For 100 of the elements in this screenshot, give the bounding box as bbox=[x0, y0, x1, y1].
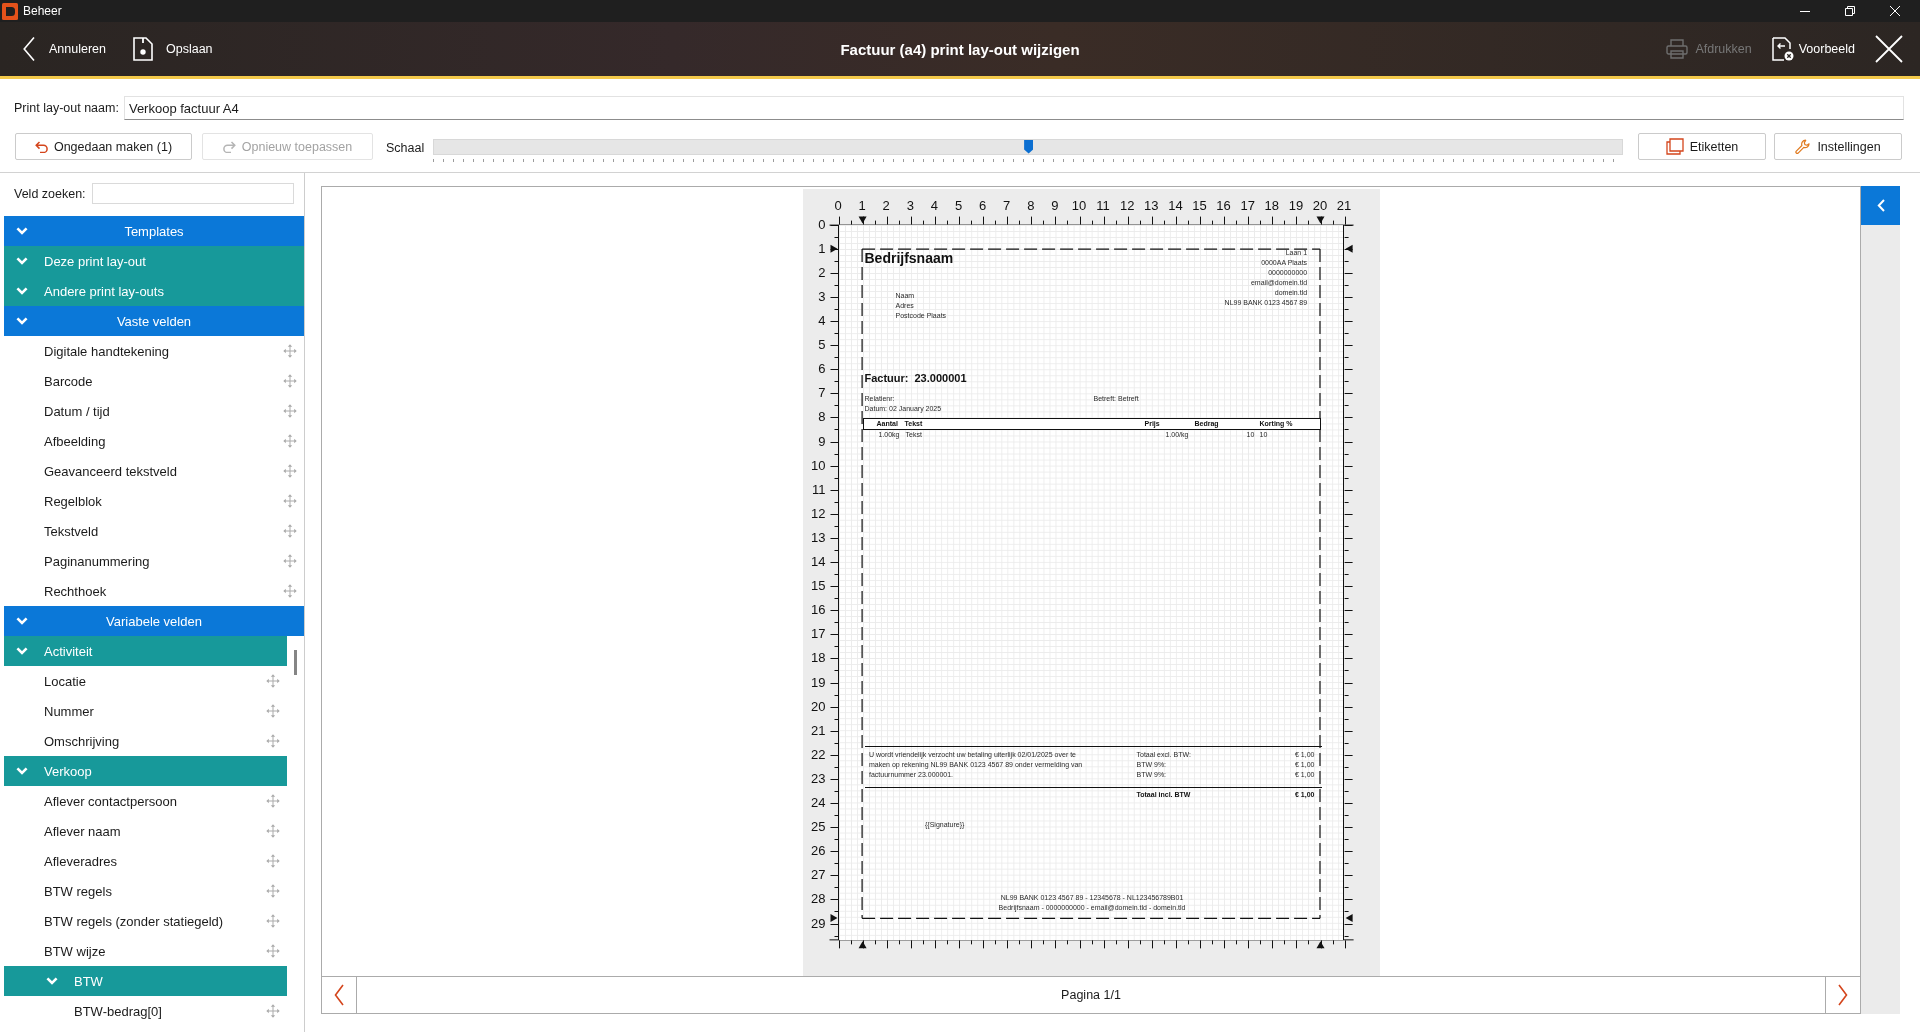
ruler-label: 16 bbox=[810, 602, 826, 619]
field-item[interactable]: Paginanummering bbox=[44, 553, 150, 569]
move-icon[interactable] bbox=[283, 344, 297, 358]
field-item[interactable]: BTW regels (zonder statiegeld) bbox=[44, 913, 224, 929]
section-header[interactable]: Templates bbox=[4, 216, 304, 246]
ruler-label: 8 bbox=[817, 409, 826, 426]
section-header[interactable]: Vaste velden bbox=[4, 306, 304, 336]
ruler-label: 17 bbox=[810, 626, 826, 643]
chevron-right-icon bbox=[1838, 984, 1848, 1006]
field-item[interactable]: Omschrijving bbox=[44, 733, 120, 749]
restore-icon[interactable] bbox=[1844, 6, 1855, 16]
move-icon[interactable] bbox=[266, 674, 280, 688]
ruler-label: 19 bbox=[1287, 198, 1305, 214]
field-item[interactable]: Afbeelding bbox=[44, 433, 106, 449]
ruler-label: 15 bbox=[810, 578, 826, 595]
scrollbar-thumb[interactable] bbox=[294, 650, 297, 675]
move-icon[interactable] bbox=[283, 404, 297, 418]
move-icon[interactable] bbox=[266, 704, 280, 718]
move-icon[interactable] bbox=[266, 824, 280, 838]
search-field[interactable] bbox=[91, 183, 294, 204]
document-arrow-icon bbox=[1771, 37, 1794, 61]
move-icon[interactable] bbox=[283, 554, 297, 568]
labels-button[interactable]: Etiketten bbox=[1638, 133, 1766, 160]
triangle-marker-icon bbox=[858, 216, 867, 224]
slider-thumb[interactable] bbox=[1024, 139, 1034, 154]
ruler-label: 9 bbox=[1050, 198, 1060, 214]
layout-name-field[interactable]: Verkoop factuur A4 bbox=[123, 96, 1904, 120]
ruler-label: 3 bbox=[905, 198, 915, 214]
move-icon[interactable] bbox=[266, 884, 280, 898]
preview-button[interactable]: Voorbeeld bbox=[1771, 37, 1855, 61]
ruler-label: 6 bbox=[977, 198, 988, 214]
ruler-label: 0 bbox=[833, 198, 843, 214]
field-item[interactable]: BTW wijze bbox=[44, 943, 106, 959]
move-icon[interactable] bbox=[266, 914, 280, 928]
ruler-label: 17 bbox=[1239, 198, 1256, 214]
move-icon[interactable] bbox=[283, 434, 297, 448]
chevron-left-icon bbox=[23, 37, 35, 61]
close-icon[interactable] bbox=[1875, 35, 1903, 63]
undo-icon bbox=[34, 140, 48, 153]
scale-label: Schaal bbox=[386, 141, 425, 155]
ruler-label: 29 bbox=[810, 915, 826, 932]
ruler-label: 13 bbox=[1143, 198, 1160, 214]
move-icon[interactable] bbox=[266, 944, 280, 958]
move-icon[interactable] bbox=[266, 1004, 280, 1018]
close-icon[interactable] bbox=[1889, 6, 1900, 16]
ruler-label: 10 bbox=[810, 457, 826, 474]
field-item[interactable]: Afleveradres bbox=[44, 853, 117, 869]
ruler-label: 16 bbox=[1215, 198, 1232, 214]
field-item[interactable]: BTW regels bbox=[44, 883, 112, 899]
chevron-left-icon bbox=[1876, 199, 1885, 212]
invoice-number: 23.000001 bbox=[914, 371, 967, 385]
move-icon[interactable] bbox=[266, 734, 280, 748]
ruler-label: 22 bbox=[810, 746, 826, 763]
move-icon[interactable] bbox=[283, 584, 297, 598]
cancel-button[interactable]: Annuleren bbox=[23, 37, 106, 61]
scale-slider-track[interactable] bbox=[433, 138, 1623, 155]
move-icon[interactable] bbox=[283, 464, 297, 478]
chevron-left-icon bbox=[334, 984, 344, 1006]
ruler-label: 21 bbox=[1335, 198, 1353, 214]
invoice-label: Factuur: bbox=[864, 371, 909, 385]
section-header[interactable]: Variabele velden bbox=[4, 606, 304, 636]
triangle-marker-icon bbox=[858, 941, 867, 949]
settings-button[interactable]: Instellingen bbox=[1774, 133, 1902, 160]
ruler-label: 18 bbox=[810, 650, 826, 667]
ruler-label: 7 bbox=[1002, 198, 1012, 214]
redo-icon bbox=[222, 140, 236, 153]
field-item[interactable]: Datum / tijd bbox=[44, 403, 110, 419]
ruler-label: 21 bbox=[810, 722, 826, 739]
field-item[interactable]: Digitale handtekening bbox=[44, 343, 170, 359]
window-title: Beheer bbox=[23, 4, 63, 18]
ruler-label: 28 bbox=[810, 891, 826, 908]
move-icon[interactable] bbox=[266, 854, 280, 868]
move-icon[interactable] bbox=[283, 524, 297, 538]
ruler-label: 1 bbox=[857, 198, 867, 214]
move-icon[interactable] bbox=[283, 374, 297, 388]
field-item[interactable]: Regelblok bbox=[44, 493, 102, 509]
field-item[interactable]: Aflever naam bbox=[44, 823, 121, 839]
ruler-label: 12 bbox=[810, 505, 826, 522]
collapse-panel-button[interactable] bbox=[1861, 186, 1900, 225]
ruler-label: 3 bbox=[817, 288, 826, 305]
page-indicator: Pagina 1/1 bbox=[1061, 988, 1121, 1002]
field-item[interactable]: Barcode bbox=[44, 373, 93, 389]
field-item[interactable]: BTW-bedrag[0] bbox=[74, 1003, 162, 1019]
save-button[interactable]: Opslaan bbox=[133, 37, 213, 61]
minimize-icon[interactable] bbox=[1799, 10, 1810, 12]
field-item[interactable]: Geavanceerd tekstveld bbox=[44, 463, 177, 479]
field-item[interactable]: Nummer bbox=[44, 703, 94, 719]
field-item[interactable]: Rechthoek bbox=[44, 583, 107, 599]
ruler-label: 6 bbox=[817, 361, 826, 378]
move-icon[interactable] bbox=[283, 494, 297, 508]
move-icon[interactable] bbox=[266, 794, 280, 808]
field-item[interactable]: Tekstveld bbox=[44, 523, 99, 539]
field-item[interactable]: Locatie bbox=[44, 673, 86, 689]
ruler-label: 19 bbox=[810, 674, 826, 691]
ruler-label: 0 bbox=[817, 216, 826, 233]
printer-icon bbox=[1666, 39, 1689, 59]
field-item[interactable]: Aflever contactpersoon bbox=[44, 793, 177, 809]
undo-button[interactable]: Ongedaan maken (1) bbox=[15, 133, 192, 160]
ruler-label: 12 bbox=[1118, 198, 1136, 214]
pages-icon bbox=[1665, 138, 1684, 155]
